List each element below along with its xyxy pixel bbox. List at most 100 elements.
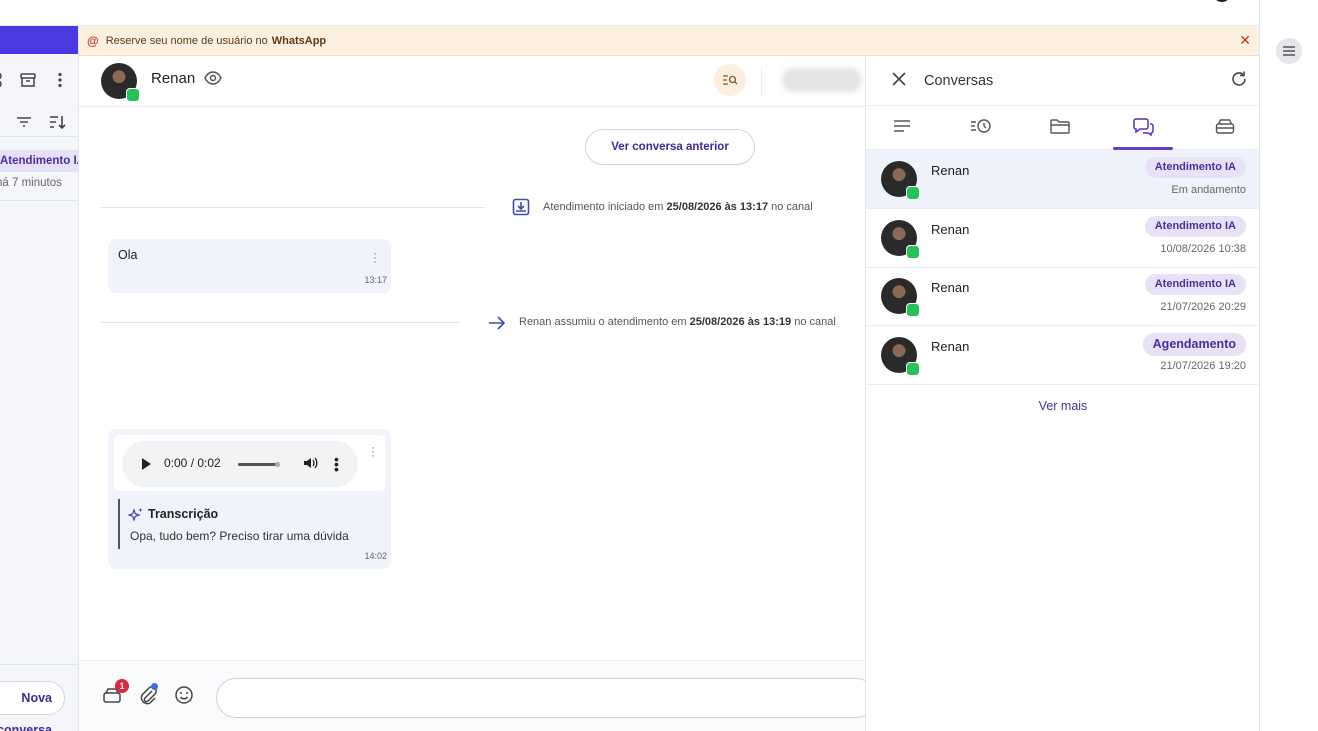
left-panel-toolbar <box>0 68 78 92</box>
conversation-tag: Agendamento <box>1142 333 1246 356</box>
banner-text: Reserve seu nome de usuário no <box>105 34 268 47</box>
close-icon[interactable]: ✕ <box>1239 32 1251 49</box>
history-icon <box>971 119 991 133</box>
contact-avatar <box>881 161 920 200</box>
right-rail <box>1259 0 1318 731</box>
contact-avatar[interactable] <box>101 63 140 102</box>
close-icon[interactable] <box>890 70 908 93</box>
arrow-right-icon <box>487 314 507 337</box>
message-menu-icon[interactable]: · · · <box>371 441 375 461</box>
tab-history[interactable] <box>951 118 1011 150</box>
blurred-status <box>782 68 862 92</box>
chat-header: Renan <box>79 56 865 107</box>
sort-icon[interactable] <box>46 111 68 133</box>
conversation-name: Renan <box>931 339 970 354</box>
new-conversation-button[interactable]: Nova conversa <box>0 681 65 731</box>
conversations-title: Conversas <box>924 73 994 89</box>
left-panel-bottom-divider <box>0 664 78 665</box>
event-started: Atendimento iniciado em 25/08/2026 às 13… <box>543 201 813 213</box>
emoji-icon[interactable] <box>174 685 194 710</box>
message-bubble: Ola · · · 13:17 <box>108 239 391 293</box>
menu-button[interactable] <box>1276 38 1302 64</box>
tab-archive[interactable] <box>1195 118 1255 150</box>
volume-icon[interactable] <box>302 455 318 476</box>
audio-progress[interactable] <box>238 462 280 467</box>
archive-icon[interactable] <box>17 69 39 91</box>
folder-icon <box>1050 119 1070 134</box>
attachment-dot <box>151 683 158 690</box>
conversation-item[interactable]: Renan Agendamento 21/07/2026 19:20 <box>866 326 1260 385</box>
message-composer: 1 <box>79 660 876 731</box>
conversation-tag: Atendimento IA <box>1144 157 1246 178</box>
message-time: 14:02 <box>364 551 387 561</box>
list-icon <box>894 120 910 132</box>
contact-avatar <box>881 278 920 317</box>
conversation-date: 21/07/2026 20:29 <box>1160 301 1246 313</box>
filter-icon[interactable] <box>13 111 35 133</box>
top-strip <box>0 0 1259 26</box>
event-started-date: 25/08/2026 às 13:17 <box>666 201 769 213</box>
event-line <box>101 322 460 323</box>
contacts-icon[interactable] <box>0 69 12 91</box>
previous-conversation-button[interactable]: Ver conversa anterior <box>585 129 755 165</box>
tab-chats[interactable] <box>1113 118 1173 150</box>
refresh-icon[interactable] <box>1230 70 1248 93</box>
conversation-date: Em andamento <box>1171 184 1246 196</box>
audio-time: 0:00 / 0:02 <box>164 456 221 470</box>
left-panel-filters <box>0 110 78 134</box>
conversation-item[interactable]: Renan Atendimento IA Em andamento <box>866 150 1260 209</box>
left-panel-divider <box>0 136 78 137</box>
more-vertical-icon[interactable] <box>49 69 71 91</box>
transcription-title: Transcrição <box>148 507 219 521</box>
event-started-prefix: Atendimento iniciado em <box>543 201 664 213</box>
event-assumed: Renan assumiu o atendimento em 25/08/202… <box>519 316 836 328</box>
search-list-icon <box>723 75 738 85</box>
tab-list[interactable] <box>872 118 932 150</box>
conversation-item[interactable]: Renan Atendimento IA 10/08/2026 10:38 <box>866 209 1260 268</box>
notification-badge: 1 <box>115 679 129 693</box>
contact-avatar <box>881 220 920 259</box>
message-time: 13:17 <box>364 275 387 285</box>
header-separator <box>761 66 762 96</box>
whatsapp-icon <box>906 362 920 376</box>
chats-icon <box>1133 118 1154 136</box>
conversations-panel: Conversas Renan Atendimento IA Em andame… <box>865 56 1260 731</box>
message-input[interactable] <box>216 678 876 718</box>
see-more-link[interactable]: Ver mais <box>866 399 1260 413</box>
event-assumed-date: 25/08/2026 às 13:19 <box>689 316 792 328</box>
play-icon[interactable] <box>142 458 151 470</box>
audio-more-icon[interactable]: • • • <box>334 452 339 476</box>
conversation-tag: Atendimento IA <box>1144 216 1246 237</box>
left-panel-header-bar <box>0 26 78 54</box>
message-menu-icon[interactable]: · · · <box>373 247 377 267</box>
event-assumed-prefix: Renan assumiu o atendimento em <box>519 316 687 328</box>
conversation-tag: Atendimento IA <box>1144 274 1246 295</box>
whatsapp-icon <box>126 88 140 102</box>
conversations-header: Conversas <box>866 56 1260 106</box>
conversation-item[interactable]: Renan Atendimento IA 21/07/2026 20:29 <box>866 267 1260 326</box>
event-line <box>101 207 485 208</box>
banner-brand: WhatsApp <box>271 34 327 47</box>
contact-name[interactable]: Renan <box>151 70 195 87</box>
archive-box-icon <box>1215 119 1235 134</box>
contact-avatar <box>881 337 920 376</box>
whatsapp-icon <box>906 245 920 259</box>
whatsapp-icon <box>906 186 920 200</box>
conversation-tag: Atendimento IA <box>0 150 78 172</box>
conversation-date: 10/08/2026 10:38 <box>1160 243 1246 255</box>
tab-folder[interactable] <box>1030 118 1090 150</box>
whatsapp-icon <box>906 303 920 317</box>
audio-player[interactable]: 0:00 / 0:02 • • • <box>122 441 358 487</box>
eye-icon[interactable] <box>204 70 222 91</box>
app-root: Atendimento IA há 7 minutos Nova convers… <box>0 0 1318 731</box>
chat-messages: Ver conversa anterior Atendimento inicia… <box>79 107 865 660</box>
conversation-list-panel: Atendimento IA há 7 minutos Nova convers… <box>0 26 79 731</box>
profile-avatar-partial[interactable] <box>1213 0 1231 2</box>
whatsapp-username-banner: @ Reserve seu nome de usuário no WhatsAp… <box>79 26 1259 56</box>
ai-search-button[interactable] <box>714 64 746 96</box>
conversation-time: há 7 minutos <box>0 177 62 189</box>
conversation-name: Renan <box>931 280 970 295</box>
conversation-name: Renan <box>931 163 970 178</box>
list-item-divider <box>0 200 78 201</box>
audio-message-bubble: 0:00 / 0:02 • • • · · · Transcrição Opa, tud… <box>108 429 391 569</box>
